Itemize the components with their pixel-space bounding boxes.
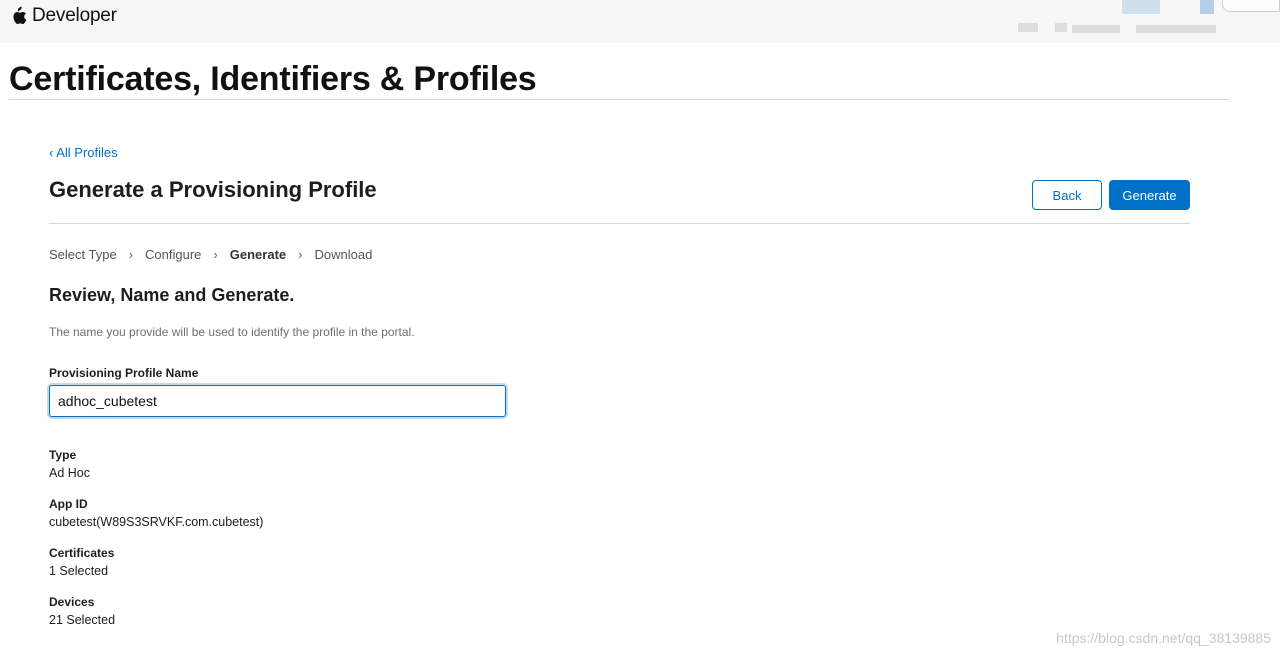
- detail-value: cubetest(W89S3SRVKF.com.cubetest): [49, 515, 264, 529]
- review-heading: Review, Name and Generate.: [49, 285, 295, 305]
- step-configure: Configure: [145, 247, 202, 262]
- detail-label: Type: [49, 448, 77, 462]
- account-menu-tab[interactable]: [1222, 0, 1280, 12]
- detail-app-id: App ID cubetest(W89S3SRVKF.com.cubetest): [49, 495, 263, 531]
- page-title: Certificates, Identifiers & Profiles: [9, 60, 537, 98]
- detail-type: Type Ad Hoc: [49, 446, 90, 482]
- chevron-right-icon: ›: [128, 247, 134, 262]
- chevron-right-icon: ›: [298, 247, 303, 262]
- detail-label: App ID: [49, 497, 88, 511]
- step-download: Download: [314, 247, 373, 262]
- detail-value: Ad Hoc: [49, 466, 90, 480]
- generate-button[interactable]: Generate: [1109, 180, 1190, 210]
- top-navigation-bar: Developer: [0, 0, 1280, 43]
- chevron-right-icon: ›: [213, 247, 218, 262]
- detail-value: 1 Selected: [49, 564, 109, 578]
- heading-divider: [9, 99, 1230, 100]
- profile-name-label: Provisioning Profile Name: [49, 366, 199, 380]
- brand-name: Developer: [32, 5, 117, 26]
- detail-label: Certificates: [49, 546, 115, 560]
- all-profiles-link[interactable]: ‹ All Profiles: [49, 145, 118, 160]
- profile-name-input[interactable]: [49, 385, 506, 417]
- section-divider: [49, 223, 1190, 224]
- helper-text: The name you provide will be used to ide…: [49, 325, 415, 339]
- apple-logo-icon: [13, 6, 27, 24]
- step-generate: Generate: [229, 247, 287, 262]
- detail-certificates: Certificates 1 Selected: [49, 544, 114, 580]
- developer-home-link[interactable]: Developer: [10, 5, 117, 27]
- step-select-type: Select Type: [49, 247, 117, 262]
- back-button[interactable]: Back: [1032, 180, 1102, 210]
- watermark: https://blog.csdn.net/qq_38139885: [1056, 630, 1271, 646]
- step-breadcrumb: Select Type › Configure › Generate › Dow…: [49, 247, 372, 262]
- account-area-redacted: [1010, 0, 1280, 43]
- detail-label: Devices: [49, 595, 95, 609]
- section-title: Generate a Provisioning Profile: [49, 177, 377, 202]
- detail-devices: Devices 21 Selected: [49, 593, 115, 629]
- detail-value: 21 Selected: [49, 613, 116, 627]
